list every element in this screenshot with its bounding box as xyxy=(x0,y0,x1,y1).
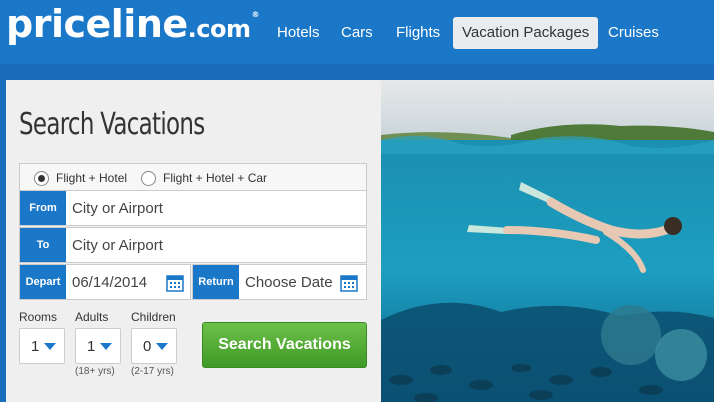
chevron-down-icon xyxy=(44,343,56,350)
children-label: Children xyxy=(131,310,176,324)
priceline-logo[interactable]: priceline.com® xyxy=(6,2,259,46)
return-label: Return xyxy=(193,265,239,299)
nav-vacation-packages[interactable]: Vacation Packages xyxy=(453,17,599,49)
depart-field[interactable]: Depart 06/14/2014 xyxy=(19,264,191,300)
depart-label: Depart xyxy=(20,265,66,299)
rooms-label: Rooms xyxy=(19,310,58,324)
search-panel: Search Vacations Flight + Hotel Flight +… xyxy=(6,80,381,402)
site-header: priceline.com® Hotels Cars Flights Vacat… xyxy=(0,0,714,64)
nav-cruises[interactable]: Cruises xyxy=(608,17,659,49)
to-input[interactable]: City or Airport xyxy=(72,228,163,262)
option-flight-hotel[interactable]: Flight + Hotel xyxy=(34,169,127,187)
return-input[interactable]: Choose Date xyxy=(245,265,333,299)
adults-label: Adults xyxy=(75,310,109,324)
nav-cars[interactable]: Cars xyxy=(341,17,373,49)
option-flight-hotel-car[interactable]: Flight + Hotel + Car xyxy=(141,169,267,187)
calendar-icon[interactable] xyxy=(340,274,358,292)
nav-flights[interactable]: Flights xyxy=(396,17,440,49)
to-label: To xyxy=(20,228,66,262)
radio-unselected-icon xyxy=(141,170,156,186)
from-field[interactable]: From City or Airport xyxy=(19,190,367,226)
from-label: From xyxy=(20,191,66,225)
calendar-icon[interactable] xyxy=(166,274,184,292)
nav-hotels[interactable]: Hotels xyxy=(277,17,320,49)
children-select[interactable]: 0 xyxy=(131,328,177,364)
return-field[interactable]: Return Choose Date xyxy=(192,264,367,300)
from-input[interactable]: City or Airport xyxy=(72,191,163,225)
adults-select[interactable]: 1 xyxy=(75,328,121,364)
to-field[interactable]: To City or Airport xyxy=(19,227,367,263)
depart-input[interactable]: 06/14/2014 xyxy=(72,265,147,299)
chevron-down-icon xyxy=(156,343,168,350)
hero-image-snorkeler xyxy=(381,80,714,402)
search-vacations-button[interactable]: Search Vacations xyxy=(202,322,367,368)
rooms-select[interactable]: 1 xyxy=(19,328,65,364)
adults-hint: (18+ yrs) xyxy=(75,366,115,377)
trip-type-options: Flight + Hotel Flight + Hotel + Car xyxy=(19,163,367,191)
children-hint: (2-17 yrs) xyxy=(131,366,174,377)
radio-selected-icon xyxy=(34,170,49,186)
page-title: Search Vacations xyxy=(19,107,205,142)
chevron-down-icon xyxy=(100,343,112,350)
